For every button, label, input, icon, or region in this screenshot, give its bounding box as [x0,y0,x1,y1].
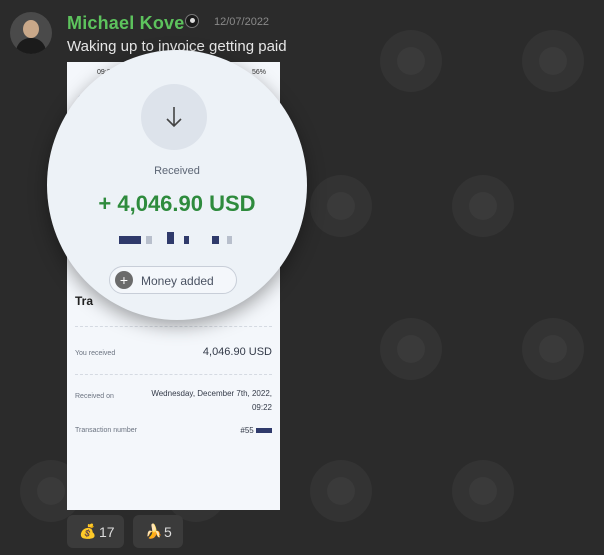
money-added-label: Money added [141,274,214,288]
avatar[interactable] [10,12,52,54]
you-received-label: You received [75,350,116,357]
username[interactable]: Michael Kove [67,13,184,34]
redacted-mark [146,236,152,244]
reaction-count: 5 [164,524,172,540]
received-on-value: Wednesday, December 7th, 2022, 09:22 [151,387,272,415]
money-added-pill: + Money added [109,266,237,294]
redacted-mark [227,236,232,244]
money-bag-icon: 💰 [79,523,97,539]
message-timestamp: 12/07/2022 [214,16,270,28]
received-on-label: Received on [75,393,114,400]
chat-message: Michael Kove 12/07/2022 Waking up to inv… [0,0,604,555]
redacted-mark [119,236,141,244]
redacted-mark [212,236,219,244]
received-on-time: 09:22 [251,403,272,412]
banana-icon: 🍌 [145,523,163,539]
arrow-down-icon [166,107,182,128]
reaction-count: 17 [99,524,115,540]
avatar-face [23,20,39,38]
transaction-title: Tra [75,294,94,308]
reaction-money-bag[interactable]: 💰 17 [67,515,124,548]
received-on-date: Wednesday, December 7th, 2022, [151,389,272,398]
download-arrow-badge [141,84,207,150]
avatar-body [16,38,46,54]
divider [75,326,272,327]
transaction-number-label: Transaction number [75,427,137,434]
8-ball-icon [185,14,199,28]
magnifier-lens: Received + 4,046.90 USD + Money added [47,50,307,320]
transaction-number-value: #55 [240,424,272,438]
plus-icon: + [115,271,133,289]
received-amount: + 4,046.90 USD [98,191,256,216]
battery-level: 56% [251,69,266,76]
divider [75,374,272,375]
received-label: Received [154,165,200,177]
transaction-number-text: #55 [240,426,254,435]
you-received-value: 4,046.90 USD [202,346,272,358]
redacted-mark [184,236,189,244]
redacted-mark [256,428,272,434]
redacted-mark [167,232,174,244]
reaction-banana[interactable]: 🍌 5 [133,515,183,548]
